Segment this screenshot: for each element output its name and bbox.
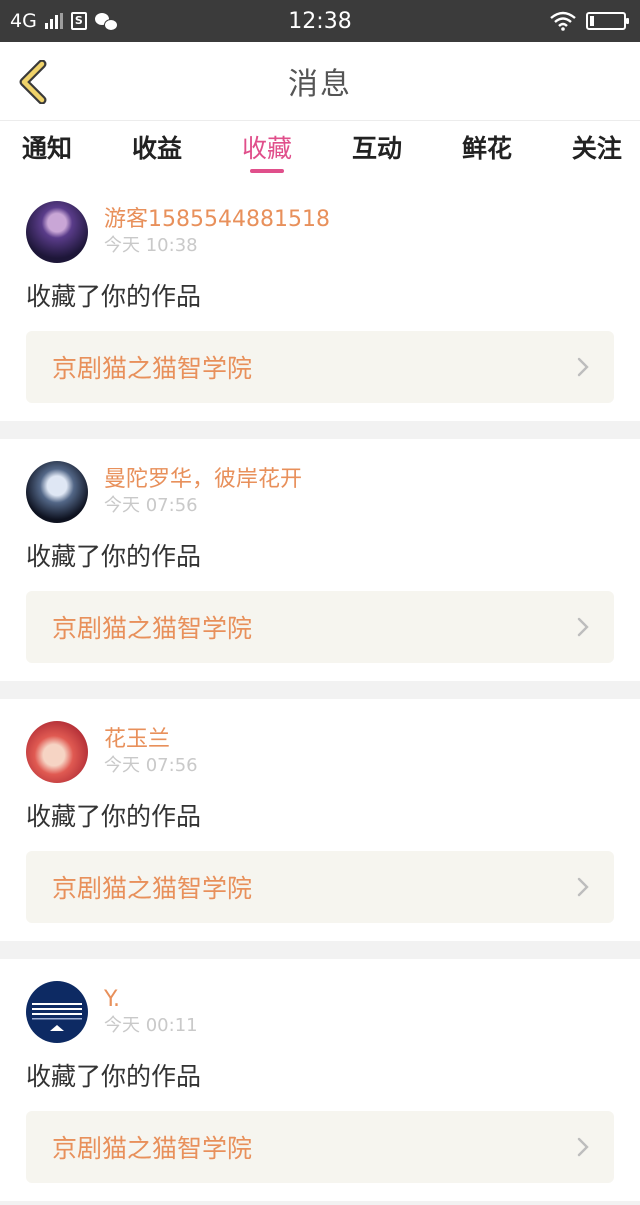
avatar[interactable] bbox=[26, 201, 88, 263]
tab-follows[interactable]: 关注 bbox=[572, 121, 622, 165]
action-text: 收藏了你的作品 bbox=[26, 1062, 202, 1091]
back-button[interactable] bbox=[16, 60, 50, 104]
avatar[interactable] bbox=[26, 461, 88, 523]
app-header: 消息 bbox=[0, 42, 640, 121]
tab-flowers[interactable]: 鲜花 bbox=[462, 121, 512, 165]
tab-favorites[interactable]: 收藏 bbox=[242, 121, 292, 165]
user-row: 曼陀罗华，彼岸花开 今天 07:56 bbox=[26, 461, 614, 523]
work-link[interactable]: 京剧猫之猫智学院 bbox=[26, 1111, 614, 1183]
username[interactable]: 游客1585544881518 bbox=[104, 206, 330, 234]
work-link[interactable]: 京剧猫之猫智学院 bbox=[26, 591, 614, 663]
status-left: 4G S bbox=[10, 10, 118, 32]
page-title: 消息 bbox=[288, 67, 352, 102]
username[interactable]: 花玉兰 bbox=[104, 726, 198, 754]
status-bar: 4G S 12:38 bbox=[0, 0, 640, 42]
username[interactable]: 曼陀罗华，彼岸花开 bbox=[104, 466, 302, 494]
action-text: 收藏了你的作品 bbox=[26, 282, 202, 311]
tab-notifications[interactable]: 通知 bbox=[22, 121, 72, 165]
user-row: Y. 今天 00:11 bbox=[26, 981, 614, 1043]
logo-avatar-image bbox=[32, 1003, 82, 1031]
message-list: 游客1585544881518 今天 10:38 收藏了你的作品 京剧猫之猫智学… bbox=[0, 179, 640, 1201]
tab-bar: 通知 收益 收藏 互动 鲜花 关注 bbox=[0, 121, 640, 179]
tab-interactions[interactable]: 互动 bbox=[352, 121, 402, 165]
tab-earnings[interactable]: 收益 bbox=[132, 121, 182, 165]
user-row: 花玉兰 今天 07:56 bbox=[26, 721, 614, 783]
work-title: 京剧猫之猫智学院 bbox=[52, 354, 253, 383]
wechat-icon bbox=[94, 12, 118, 31]
avatar[interactable] bbox=[26, 981, 88, 1043]
status-right bbox=[550, 11, 629, 31]
user-info: 花玉兰 今天 07:56 bbox=[104, 726, 198, 778]
wifi-icon bbox=[550, 11, 576, 31]
timestamp: 今天 10:38 bbox=[104, 235, 198, 256]
user-info: 游客1585544881518 今天 10:38 bbox=[104, 206, 330, 258]
user-info: Y. 今天 00:11 bbox=[104, 986, 198, 1038]
chevron-left-icon bbox=[19, 60, 47, 104]
message-card: Y. 今天 00:11 收藏了你的作品 京剧猫之猫智学院 bbox=[0, 959, 640, 1201]
chevron-right-icon bbox=[577, 1137, 589, 1157]
work-link[interactable]: 京剧猫之猫智学院 bbox=[26, 331, 614, 403]
message-card: 游客1585544881518 今天 10:38 收藏了你的作品 京剧猫之猫智学… bbox=[0, 179, 640, 421]
timestamp: 今天 07:56 bbox=[104, 755, 198, 776]
battery-icon bbox=[586, 12, 629, 30]
chevron-right-icon bbox=[577, 357, 589, 377]
user-info: 曼陀罗华，彼岸花开 今天 07:56 bbox=[104, 466, 302, 518]
work-title: 京剧猫之猫智学院 bbox=[52, 1134, 253, 1163]
sim-icon: S bbox=[70, 12, 87, 30]
user-row: 游客1585544881518 今天 10:38 bbox=[26, 201, 614, 263]
timestamp: 今天 07:56 bbox=[104, 495, 198, 516]
username[interactable]: Y. bbox=[104, 986, 198, 1014]
avatar[interactable] bbox=[26, 721, 88, 783]
action-text: 收藏了你的作品 bbox=[26, 542, 202, 571]
message-card: 花玉兰 今天 07:56 收藏了你的作品 京剧猫之猫智学院 bbox=[0, 699, 640, 941]
timestamp: 今天 00:11 bbox=[104, 1015, 198, 1036]
message-card: 曼陀罗华，彼岸花开 今天 07:56 收藏了你的作品 京剧猫之猫智学院 bbox=[0, 439, 640, 681]
work-title: 京剧猫之猫智学院 bbox=[52, 874, 253, 903]
action-text: 收藏了你的作品 bbox=[26, 802, 202, 831]
work-title: 京剧猫之猫智学院 bbox=[52, 614, 253, 643]
chevron-right-icon bbox=[577, 877, 589, 897]
network-type: 4G bbox=[10, 10, 37, 32]
chevron-right-icon bbox=[577, 617, 589, 637]
signal-icon bbox=[44, 13, 63, 29]
work-link[interactable]: 京剧猫之猫智学院 bbox=[26, 851, 614, 923]
